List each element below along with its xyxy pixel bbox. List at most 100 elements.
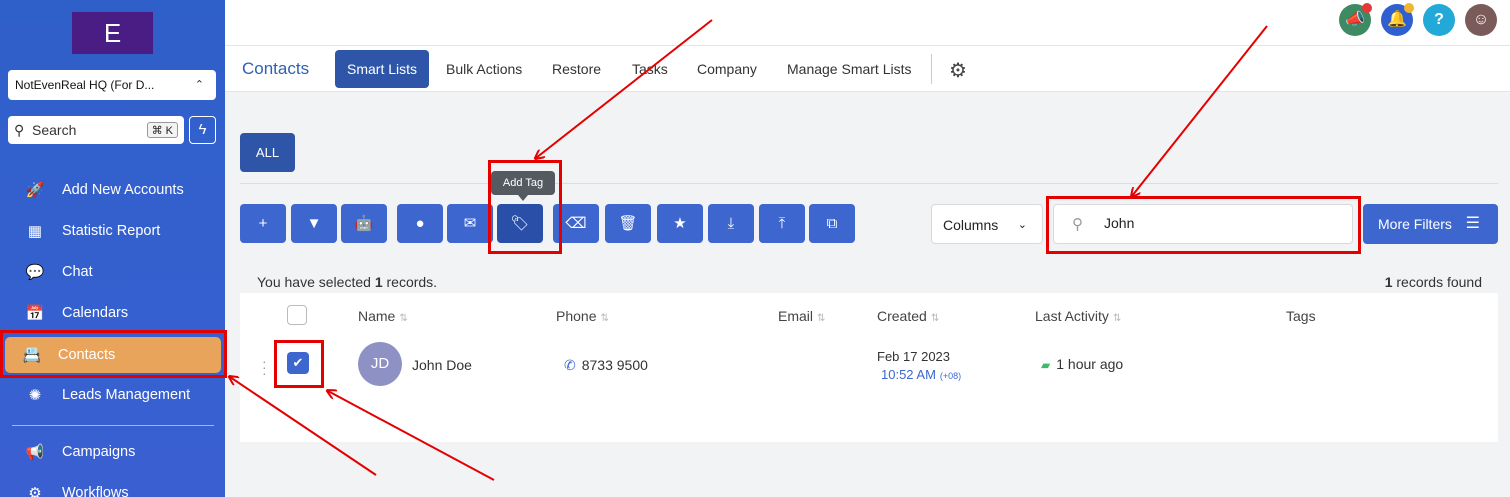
sidebar-item-label: Add New Accounts <box>62 182 184 198</box>
column-header-label: Name <box>358 308 396 324</box>
sidebar: E NotEvenReal HQ (For D... ⌃ ⚲ Search ⌘ … <box>0 0 225 497</box>
help-icon[interactable]: ? <box>1423 4 1455 36</box>
sidebar-item-chat[interactable]: 💬 Chat <box>0 252 225 292</box>
sidebar-item-statistic-report[interactable]: ▦ Statistic Report <box>0 211 225 251</box>
account-name: NotEvenReal HQ (For D... <box>15 78 155 92</box>
contact-phone[interactable]: ✆ 8733 9500 <box>564 357 648 374</box>
sidebar-item-calendars[interactable]: 📅 Calendars <box>0 293 225 333</box>
sidebar-item-leads-management[interactable]: ✺ Leads Management <box>0 375 225 415</box>
automation-button[interactable]: 🤖 <box>341 204 387 243</box>
sidebar-item-campaigns[interactable]: 📢 Campaigns <box>0 432 225 472</box>
last-activity-text: 1 hour ago <box>1056 356 1124 372</box>
quick-actions-button[interactable]: ϟ <box>189 116 216 144</box>
column-header-last-activity[interactable]: Last Activity ⇅ <box>1035 308 1121 324</box>
last-activity: ▰ 1 hour ago <box>1041 356 1123 372</box>
workflow-icon: ⚙ <box>28 485 42 497</box>
chevron-down-icon: ⌄ <box>1017 219 1027 231</box>
sort-icon: ⇅ <box>1112 313 1122 324</box>
selected-records-summary: You have selected 1 records. <box>257 274 437 290</box>
tab-restore[interactable]: Restore <box>552 46 601 92</box>
backspace-icon: ⌫ <box>565 215 587 232</box>
tab-tasks[interactable]: Tasks <box>632 46 668 92</box>
sidebar-item-label: Campaigns <box>62 444 136 460</box>
upload-icon: ⤒ <box>778 215 786 232</box>
created-time: 10:52 AM <box>881 367 936 382</box>
column-header-created[interactable]: Created ⇅ <box>877 308 939 324</box>
sidebar-item-label: Leads Management <box>62 387 191 403</box>
tab-bar: Contacts Smart Lists Bulk Actions Restor… <box>225 45 1510 92</box>
sort-icon: ⇅ <box>930 313 940 324</box>
column-header-name[interactable]: Name ⇅ <box>358 308 408 324</box>
robot-icon: 🤖 <box>354 215 374 232</box>
search-shortcut: ⌘ K <box>146 122 178 138</box>
annotation-box-search <box>1046 196 1361 254</box>
sort-icon: ⇅ <box>600 313 609 324</box>
contact-name[interactable]: John Doe <box>412 357 472 373</box>
columns-dropdown[interactable]: Columns ⌄ <box>931 204 1043 244</box>
search-icon: ⚲ <box>14 122 25 138</box>
message-icon: ▰ <box>1041 358 1051 372</box>
sidebar-item-label: Workflows <box>62 485 129 497</box>
select-all-checkbox[interactable] <box>287 305 307 325</box>
smart-list-all-button[interactable]: ALL <box>240 133 295 172</box>
tab-bulk-actions[interactable]: Bulk Actions <box>446 46 522 92</box>
delete-button[interactable]: 🗑 <box>605 204 651 243</box>
send-email-button[interactable]: ✉ <box>447 204 493 243</box>
columns-label: Columns <box>943 217 999 233</box>
more-filters-button[interactable]: More Filters ☰ <box>1363 204 1498 244</box>
sidebar-item-label: Calendars <box>62 305 129 321</box>
export-button[interactable]: ⤓ <box>708 204 754 243</box>
created-timezone: (+08) <box>939 371 962 381</box>
sidebar-item-add-new-accounts[interactable]: 🚀 Add New Accounts <box>0 170 225 210</box>
annotation-box-contacts <box>0 330 227 378</box>
merge-icon: ⧉ <box>826 215 838 232</box>
leads-icon: ✺ <box>28 387 42 404</box>
notification-bell-icon[interactable]: 🔔 <box>1381 3 1414 36</box>
selected-count: 1 <box>374 274 383 290</box>
column-header-email[interactable]: Email ⇅ <box>778 308 825 324</box>
merge-button[interactable]: ⧉ <box>809 204 855 243</box>
tab-contacts[interactable]: Contacts <box>242 46 309 92</box>
download-icon: ⤓ <box>727 215 735 232</box>
phone-icon: ✆ <box>564 357 576 373</box>
review-request-button[interactable]: ★ <box>657 204 703 243</box>
annotation-box-add-tag <box>488 160 562 254</box>
sidebar-item-label: Statistic Report <box>62 223 161 239</box>
tab-manage-smart-lists[interactable]: Manage Smart Lists <box>787 46 912 92</box>
sidebar-search[interactable]: ⚲ Search ⌘ K <box>8 116 184 144</box>
rocket-icon: 🚀 <box>25 182 45 199</box>
calendar-icon: 📅 <box>25 305 45 322</box>
records-found-summary: 1 records found <box>1385 274 1482 290</box>
selected-suffix: records. <box>386 274 438 290</box>
megaphone-icon: 📢 <box>25 444 45 461</box>
column-header-tags[interactable]: Tags <box>1286 308 1316 324</box>
column-header-phone[interactable]: Phone ⇅ <box>556 308 609 324</box>
filter-button[interactable]: ▼ <box>291 204 337 243</box>
dashboard-grid-icon: ▦ <box>27 223 43 240</box>
announcement-icon[interactable]: 📣 <box>1339 3 1372 36</box>
tab-smart-lists[interactable]: Smart Lists <box>335 50 430 88</box>
star-icon: ★ <box>673 215 687 232</box>
import-button[interactable]: ⤒ <box>759 204 805 243</box>
company-logo[interactable]: E <box>72 12 153 54</box>
sort-icon: ⇅ <box>399 313 408 324</box>
gear-icon[interactable]: ⚙ <box>949 58 967 83</box>
contacts-table: Name ⇅ Phone ⇅ Email ⇅ Created ⇅ Last Activi… <box>240 293 1498 442</box>
drag-handle-icon[interactable]: · · · <box>262 354 267 380</box>
lightning-icon: ϟ <box>198 121 207 138</box>
send-sms-button[interactable]: ● <box>397 204 443 243</box>
account-switcher[interactable]: NotEvenReal HQ (For D... ⌃ <box>8 70 216 100</box>
add-contact-button[interactable]: + <box>240 204 286 243</box>
column-header-label: Created <box>877 308 927 324</box>
user-avatar[interactable]: ☺ <box>1465 4 1497 36</box>
phone-number: 8733 9500 <box>581 357 648 373</box>
found-suffix: records found <box>1396 274 1482 290</box>
tab-company[interactable]: Company <box>697 46 757 92</box>
tab-divider <box>931 54 932 84</box>
content-divider <box>240 183 1498 184</box>
selected-prefix: You have selected <box>257 274 371 290</box>
trash-icon: 🗑 <box>618 215 638 232</box>
chevron-updown-icon: ⌃ <box>194 79 204 91</box>
annotation-box-checkbox <box>274 340 324 388</box>
sidebar-item-workflows[interactable]: ⚙ Workflows <box>0 473 225 497</box>
